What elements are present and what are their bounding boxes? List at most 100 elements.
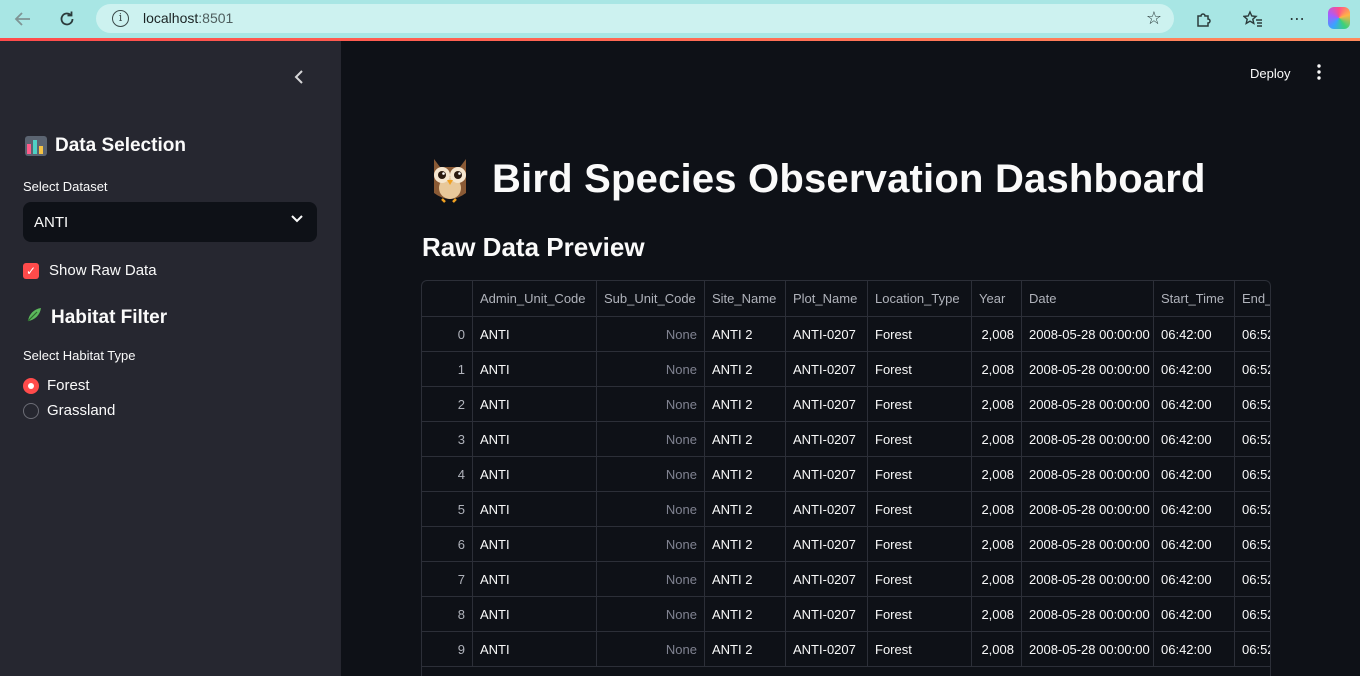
table-cell[interactable]: None: [597, 457, 705, 491]
table-cell[interactable]: None: [597, 352, 705, 386]
table-cell[interactable]: ANTI 2: [705, 632, 786, 666]
table-cell[interactable]: ANTI-0207: [786, 527, 868, 561]
table-cell[interactable]: ANTI 2: [705, 457, 786, 491]
table-cell[interactable]: 2008-05-28 00:00:00: [1022, 597, 1154, 631]
column-header[interactable]: Date: [1022, 281, 1154, 316]
table-cell[interactable]: 2008-05-28 00:00:00: [1022, 352, 1154, 386]
address-bar[interactable]: i localhost:8501 ☆: [96, 4, 1174, 33]
table-cell[interactable]: ANTI-0207: [786, 352, 868, 386]
checkmark-icon[interactable]: ✓: [23, 262, 39, 279]
table-cell[interactable]: Forest: [868, 597, 972, 631]
table-cell[interactable]: 06:52: [1235, 597, 1270, 631]
table-row[interactable]: 6 ANTI None ANTI 2 ANTI-0207 Forest 2,008 2008-…: [422, 527, 1270, 562]
table-cell[interactable]: 06:42:00: [1154, 457, 1235, 491]
table-cell[interactable]: 06:52: [1235, 352, 1270, 386]
table-cell[interactable]: 06:42:00: [1154, 317, 1235, 351]
table-cell[interactable]: 06:42:00: [1154, 562, 1235, 596]
table-cell[interactable]: 2,008: [972, 352, 1022, 386]
table-cell[interactable]: ANTI: [473, 632, 597, 666]
table-cell[interactable]: ANTI-0207: [786, 597, 868, 631]
table-cell[interactable]: ANTI: [473, 492, 597, 526]
table-cell[interactable]: 06:52: [1235, 492, 1270, 526]
table-cell[interactable]: ANTI: [473, 352, 597, 386]
star-icon[interactable]: ☆: [1146, 8, 1162, 29]
table-cell[interactable]: 2,008: [972, 317, 1022, 351]
table-cell[interactable]: 06:52: [1235, 317, 1270, 351]
column-header[interactable]: Plot_Name: [786, 281, 868, 316]
reload-button[interactable]: [54, 7, 80, 31]
show-raw-data-checkbox[interactable]: ✓ Show Raw Data: [23, 262, 157, 279]
table-cell[interactable]: ANTI-0207: [786, 562, 868, 596]
table-cell[interactable]: ANTI 2: [705, 562, 786, 596]
ellipsis-icon[interactable]: ⋯: [1286, 8, 1308, 30]
table-cell[interactable]: ANTI: [473, 317, 597, 351]
table-cell[interactable]: ANTI 2: [705, 422, 786, 456]
table-cell[interactable]: ANTI: [473, 562, 597, 596]
table-cell[interactable]: 06:52: [1235, 562, 1270, 596]
table-cell[interactable]: Forest: [868, 492, 972, 526]
table-cell[interactable]: 2,008: [972, 492, 1022, 526]
table-cell[interactable]: ANTI 2: [705, 317, 786, 351]
column-header[interactable]: Year: [972, 281, 1022, 316]
table-cell[interactable]: ANTI: [473, 527, 597, 561]
table-row[interactable]: 2 ANTI None ANTI 2 ANTI-0207 Forest 2,008 2008-…: [422, 387, 1270, 422]
table-cell[interactable]: 2008-05-28 00:00:00: [1022, 457, 1154, 491]
table-cell[interactable]: 06:42:00: [1154, 597, 1235, 631]
kebab-menu-icon[interactable]: [1310, 64, 1328, 84]
table-cell[interactable]: ANTI 2: [705, 492, 786, 526]
table-cell[interactable]: 06:42:00: [1154, 387, 1235, 421]
data-table[interactable]: Admin_Unit_Code Sub_Unit_Code Site_Name Plo…: [421, 280, 1271, 676]
table-cell[interactable]: ANTI-0207: [786, 387, 868, 421]
radio-selected-icon[interactable]: [23, 377, 39, 394]
table-cell[interactable]: 06:42:00: [1154, 632, 1235, 666]
back-button[interactable]: [10, 7, 36, 31]
info-icon[interactable]: i: [112, 10, 129, 27]
table-cell[interactable]: ANTI 2: [705, 387, 786, 421]
table-cell[interactable]: ANTI: [473, 387, 597, 421]
table-cell[interactable]: ANTI: [473, 597, 597, 631]
table-row[interactable]: 5 ANTI None ANTI 2 ANTI-0207 Forest 2,008 2008-…: [422, 492, 1270, 527]
table-cell[interactable]: Forest: [868, 387, 972, 421]
table-cell[interactable]: 2008-05-28 00:00:00: [1022, 387, 1154, 421]
table-cell[interactable]: 2,008: [972, 527, 1022, 561]
column-header[interactable]: Start_Time: [1154, 281, 1235, 316]
table-cell[interactable]: Forest: [868, 352, 972, 386]
table-cell[interactable]: 06:52: [1235, 387, 1270, 421]
table-cell[interactable]: 06:42:00: [1154, 352, 1235, 386]
column-header[interactable]: Location_Type: [868, 281, 972, 316]
table-cell[interactable]: None: [597, 422, 705, 456]
table-cell[interactable]: ANTI-0207: [786, 317, 868, 351]
table-cell[interactable]: ANTI 2: [705, 352, 786, 386]
table-row[interactable]: 1 ANTI None ANTI 2 ANTI-0207 Forest 2,008 2008-…: [422, 352, 1270, 387]
deploy-button[interactable]: Deploy: [1250, 66, 1290, 81]
table-cell[interactable]: 2,008: [972, 422, 1022, 456]
table-row[interactable]: 8 ANTI None ANTI 2 ANTI-0207 Forest 2,008 2008-…: [422, 597, 1270, 632]
table-cell[interactable]: 06:52: [1235, 457, 1270, 491]
radio-unselected-icon[interactable]: [23, 402, 39, 419]
table-cell[interactable]: 2008-05-28 00:00:00: [1022, 527, 1154, 561]
table-cell[interactable]: None: [597, 527, 705, 561]
table-cell[interactable]: 2008-05-28 00:00:00: [1022, 317, 1154, 351]
table-cell[interactable]: ANTI-0207: [786, 422, 868, 456]
puzzle-icon[interactable]: [1193, 8, 1215, 30]
table-cell[interactable]: 06:42:00: [1154, 422, 1235, 456]
dataset-select[interactable]: ANTI: [23, 202, 317, 242]
table-cell[interactable]: 2,008: [972, 387, 1022, 421]
copilot-icon[interactable]: [1328, 7, 1350, 29]
table-cell[interactable]: 2008-05-28 00:00:00: [1022, 562, 1154, 596]
table-cell[interactable]: None: [597, 317, 705, 351]
table-cell[interactable]: 2008-05-28 00:00:00: [1022, 632, 1154, 666]
table-cell[interactable]: None: [597, 562, 705, 596]
table-row[interactable]: 9 ANTI None ANTI 2 ANTI-0207 Forest 2,008 2008-…: [422, 632, 1270, 667]
table-cell[interactable]: ANTI-0207: [786, 632, 868, 666]
table-cell[interactable]: 2008-05-28 00:00:00: [1022, 492, 1154, 526]
table-cell[interactable]: Forest: [868, 562, 972, 596]
table-cell[interactable]: 2,008: [972, 597, 1022, 631]
radio-grassland[interactable]: Grassland: [23, 402, 115, 419]
table-cell[interactable]: 2,008: [972, 562, 1022, 596]
table-cell[interactable]: None: [597, 597, 705, 631]
table-cell[interactable]: None: [597, 387, 705, 421]
table-row[interactable]: 0 ANTI None ANTI 2 ANTI-0207 Forest 2,008 2008-…: [422, 317, 1270, 352]
column-header[interactable]: Site_Name: [705, 281, 786, 316]
table-cell[interactable]: ANTI-0207: [786, 457, 868, 491]
